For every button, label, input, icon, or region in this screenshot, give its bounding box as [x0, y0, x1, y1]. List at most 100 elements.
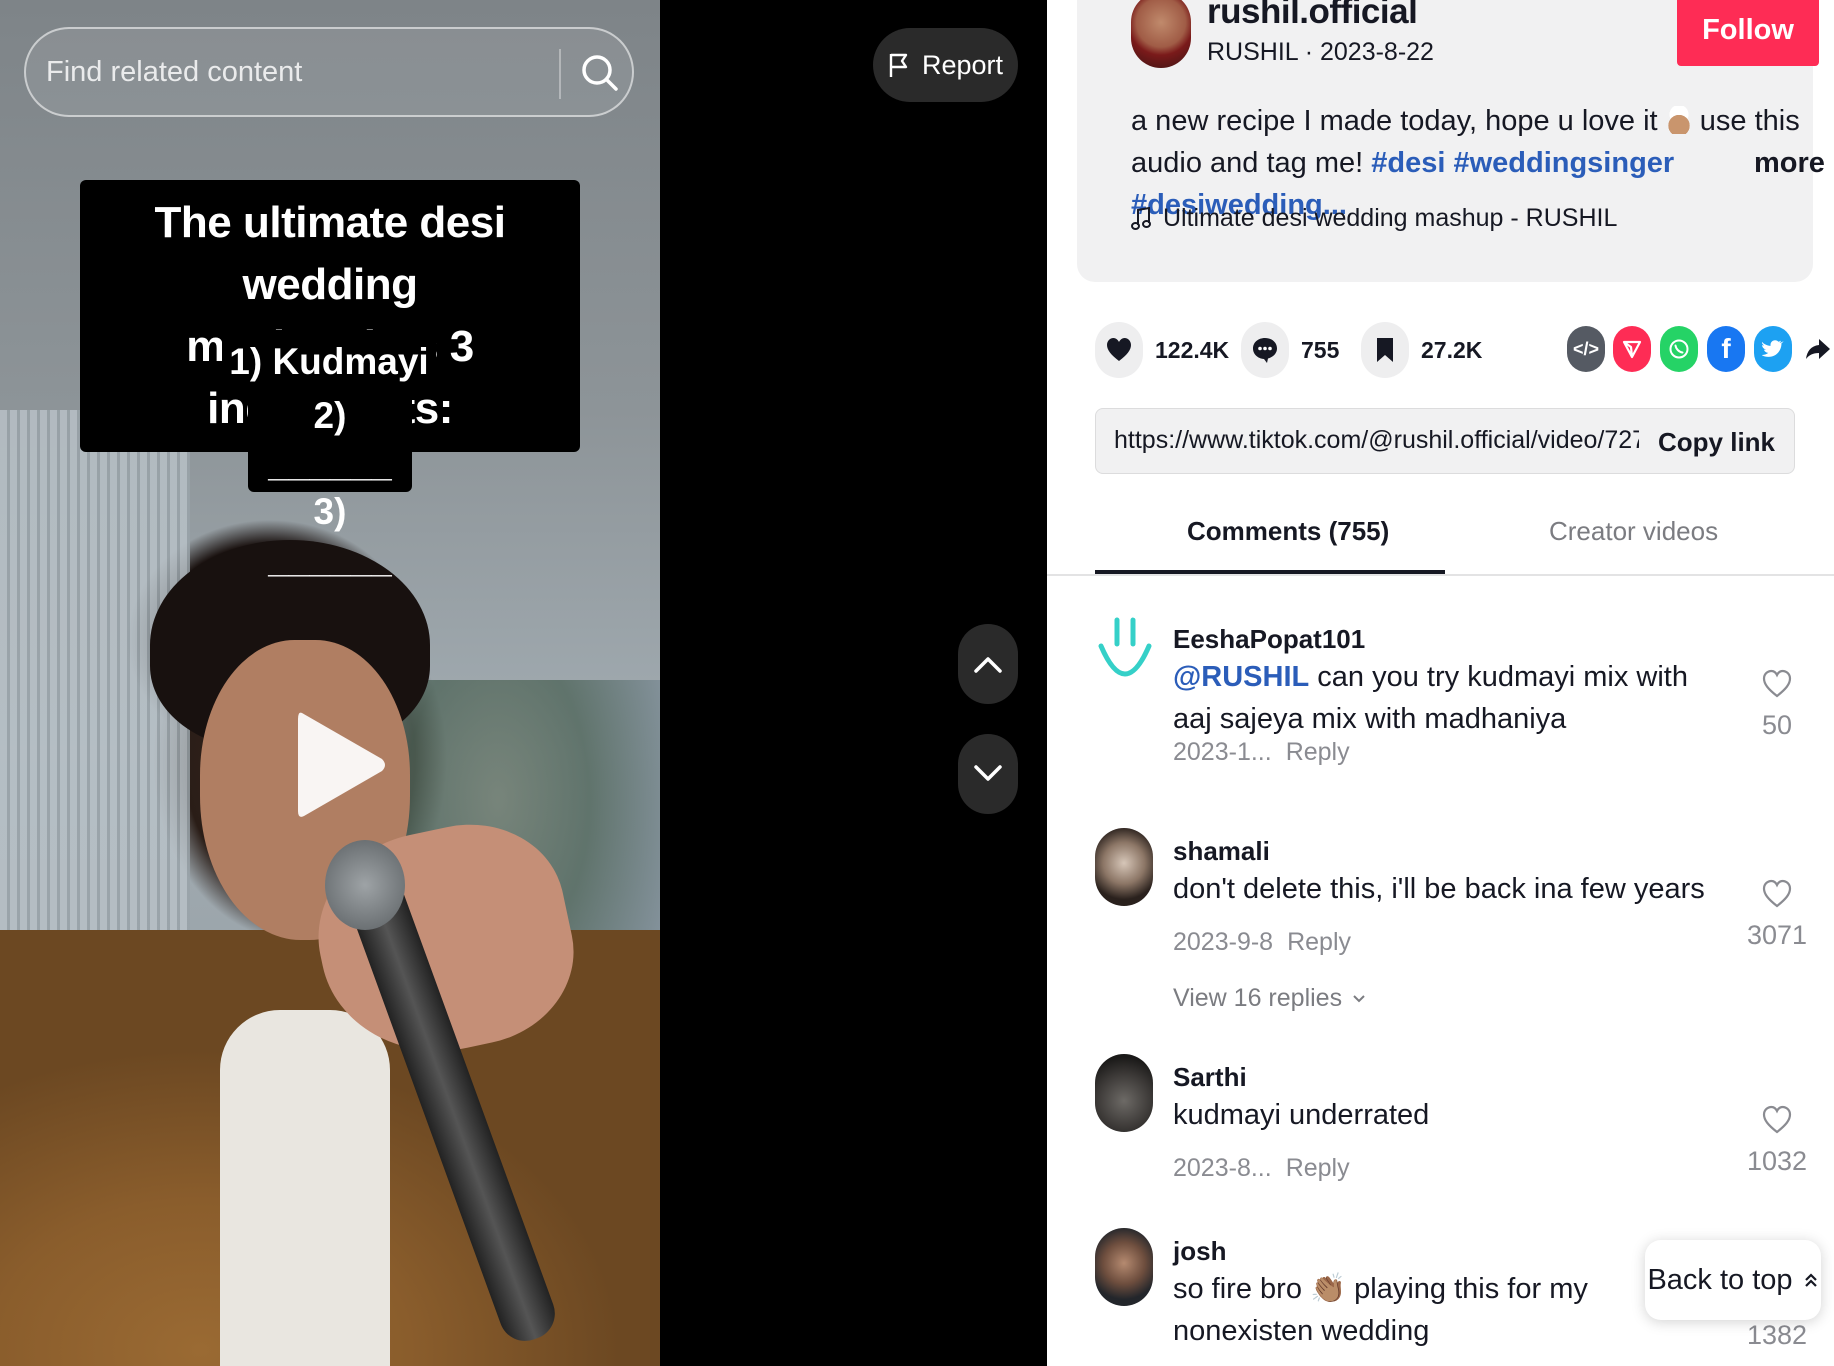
shirt [220, 1010, 390, 1366]
more-button[interactable]: more [1754, 142, 1825, 184]
tab-comments[interactable]: Comments (755) [1187, 516, 1389, 547]
paper-plane-icon [1622, 340, 1642, 359]
caption-item-3: 3) ______ [268, 491, 392, 580]
comment-meta: 2023-8... Reply [1173, 1154, 1350, 1183]
tab-active-indicator [1095, 570, 1445, 574]
comment-username[interactable]: shamali [1173, 836, 1270, 867]
follow-button[interactable]: Follow [1677, 0, 1819, 66]
chevron-down-icon [974, 765, 1002, 781]
report-button[interactable]: Report [873, 28, 1018, 102]
like-action[interactable]: 122.4K [1095, 322, 1229, 378]
phone-bubble-icon [1669, 339, 1689, 359]
comment-avatar[interactable] [1095, 828, 1153, 906]
comment-text: don't delete this, i'll be back ina few … [1173, 873, 1705, 905]
chef-emoji-icon [1665, 106, 1692, 134]
comment-meta: 2023-9-8 Reply [1173, 928, 1351, 957]
comment-like[interactable]: 3071 [1747, 878, 1807, 951]
comment-like-count: 50 [1761, 710, 1793, 740]
copy-link-button[interactable]: Copy link [1658, 419, 1775, 465]
back-to-top-button[interactable]: Back to top [1645, 1240, 1821, 1320]
microphone-head [325, 840, 405, 930]
heart-outline-icon [1762, 669, 1792, 698]
view-replies-button[interactable]: View 16 replies [1173, 984, 1366, 1013]
caption-line-1: The ultimate desi wedding [154, 198, 506, 309]
caption-item-1: 1) Kudmayi✓ [222, 330, 436, 443]
next-video-button[interactable] [958, 734, 1018, 814]
comment-meta: 2023-1... Reply [1173, 738, 1350, 767]
music-title: Ultimate desi wedding mashup - RUSHIL [1163, 204, 1618, 232]
twitter-icon[interactable] [1754, 326, 1792, 372]
comment-count: 755 [1301, 336, 1340, 363]
save-action[interactable]: 27.2K [1361, 322, 1482, 378]
details-panel: rushil.official RUSHIL · 2023-8-22 Follo… [1047, 0, 1834, 1366]
like-count: 122.4K [1155, 336, 1230, 363]
view-replies-label: View 16 replies [1173, 984, 1343, 1012]
comment-like-count: 3071 [1747, 920, 1808, 950]
share-arrow-icon[interactable] [1799, 326, 1834, 372]
panel-tabs: Comments (755) Creator videos [1047, 510, 1834, 576]
bookmark-icon [1377, 338, 1393, 362]
share-url[interactable]: https://www.tiktok.com/@rushil.official/… [1114, 426, 1639, 455]
comment-username[interactable]: Sarthi [1173, 1062, 1247, 1093]
back-to-top-label: Back to top [1647, 1263, 1793, 1296]
action-bar: 122.4K 755 27.2K </> f [1095, 322, 1830, 378]
video-stage: The ultimate desi wedding mashup has 3 i… [0, 0, 1047, 1366]
music-note-icon [1131, 206, 1151, 230]
save-button[interactable] [1361, 322, 1409, 378]
author-username[interactable]: rushil.official [1207, 0, 1418, 32]
embed-icon[interactable]: </> [1567, 326, 1605, 372]
comment-like[interactable]: 1032 [1747, 1104, 1807, 1177]
forward-arrow-icon [1806, 339, 1830, 359]
video-frame[interactable]: The ultimate desi wedding mashup has 3 i… [0, 0, 660, 1366]
reply-button[interactable]: Reply [1286, 738, 1350, 766]
chevron-down-icon [1353, 994, 1365, 1002]
previous-video-button[interactable] [958, 624, 1018, 704]
comment-action[interactable]: 755 [1241, 322, 1339, 378]
save-count: 27.2K [1421, 336, 1483, 363]
reply-button[interactable]: Reply [1287, 928, 1351, 956]
search-input[interactable] [46, 47, 556, 97]
comment-text: @RUSHIL can you try kudmayi mix with aaj… [1173, 656, 1733, 740]
comment-avatar[interactable] [1095, 1228, 1153, 1306]
play-icon[interactable] [290, 705, 390, 825]
heart-outline-icon [1762, 1105, 1792, 1134]
bird-icon [1762, 340, 1784, 357]
comment-username[interactable]: josh [1173, 1236, 1226, 1267]
like-button[interactable] [1095, 322, 1143, 378]
comment-mention[interactable]: @RUSHIL [1173, 661, 1309, 693]
comment-text: kudmayi underrated [1173, 1099, 1430, 1131]
heart-outline-icon [1762, 879, 1792, 908]
search-bar[interactable] [24, 27, 634, 117]
comment-like-count: 1032 [1747, 1146, 1808, 1176]
music-link[interactable]: Ultimate desi wedding mashup - RUSHIL [1131, 204, 1617, 233]
comment-button[interactable] [1241, 322, 1289, 378]
tab-creator-videos[interactable]: Creator videos [1549, 516, 1718, 547]
comment-username[interactable]: EeshaPopat101 [1173, 624, 1365, 655]
comment-date: 2023-1... [1173, 738, 1272, 766]
caption-item-1-text: 1) Kudmayi [229, 341, 429, 382]
search-divider [559, 49, 561, 99]
share-link-box: https://www.tiktok.com/@rushil.official/… [1095, 408, 1795, 474]
report-label: Report [921, 49, 1004, 80]
chevron-up-icon [974, 657, 1002, 673]
comment-like-count: 1382 [1747, 1320, 1808, 1350]
comment-date: 2023-9-8 [1173, 928, 1274, 956]
comment-like[interactable]: 50 [1747, 668, 1807, 741]
search-icon[interactable] [578, 51, 622, 95]
caption-item-2: 2) ______ [268, 395, 392, 484]
whatsapp-icon[interactable] [1660, 326, 1698, 372]
author-meta: RUSHIL · 2023-8-22 [1207, 38, 1434, 66]
comment-avatar[interactable] [1095, 1054, 1153, 1132]
comment-avatar[interactable] [1095, 616, 1153, 694]
comment-date: 2023-8... [1173, 1154, 1272, 1182]
reply-button[interactable]: Reply [1286, 1154, 1350, 1182]
flag-icon [889, 53, 908, 77]
author-avatar[interactable] [1131, 0, 1191, 68]
send-icon[interactable] [1613, 326, 1651, 372]
facebook-icon[interactable]: f [1707, 326, 1745, 372]
description-text: a new recipe I made today, hope u love i… [1131, 105, 1658, 137]
double-chevron-up-icon [1804, 1273, 1817, 1287]
comment-bubble-icon [1253, 338, 1277, 363]
video-info-card: rushil.official RUSHIL · 2023-8-22 Follo… [1077, 0, 1825, 282]
heart-icon [1107, 338, 1131, 361]
